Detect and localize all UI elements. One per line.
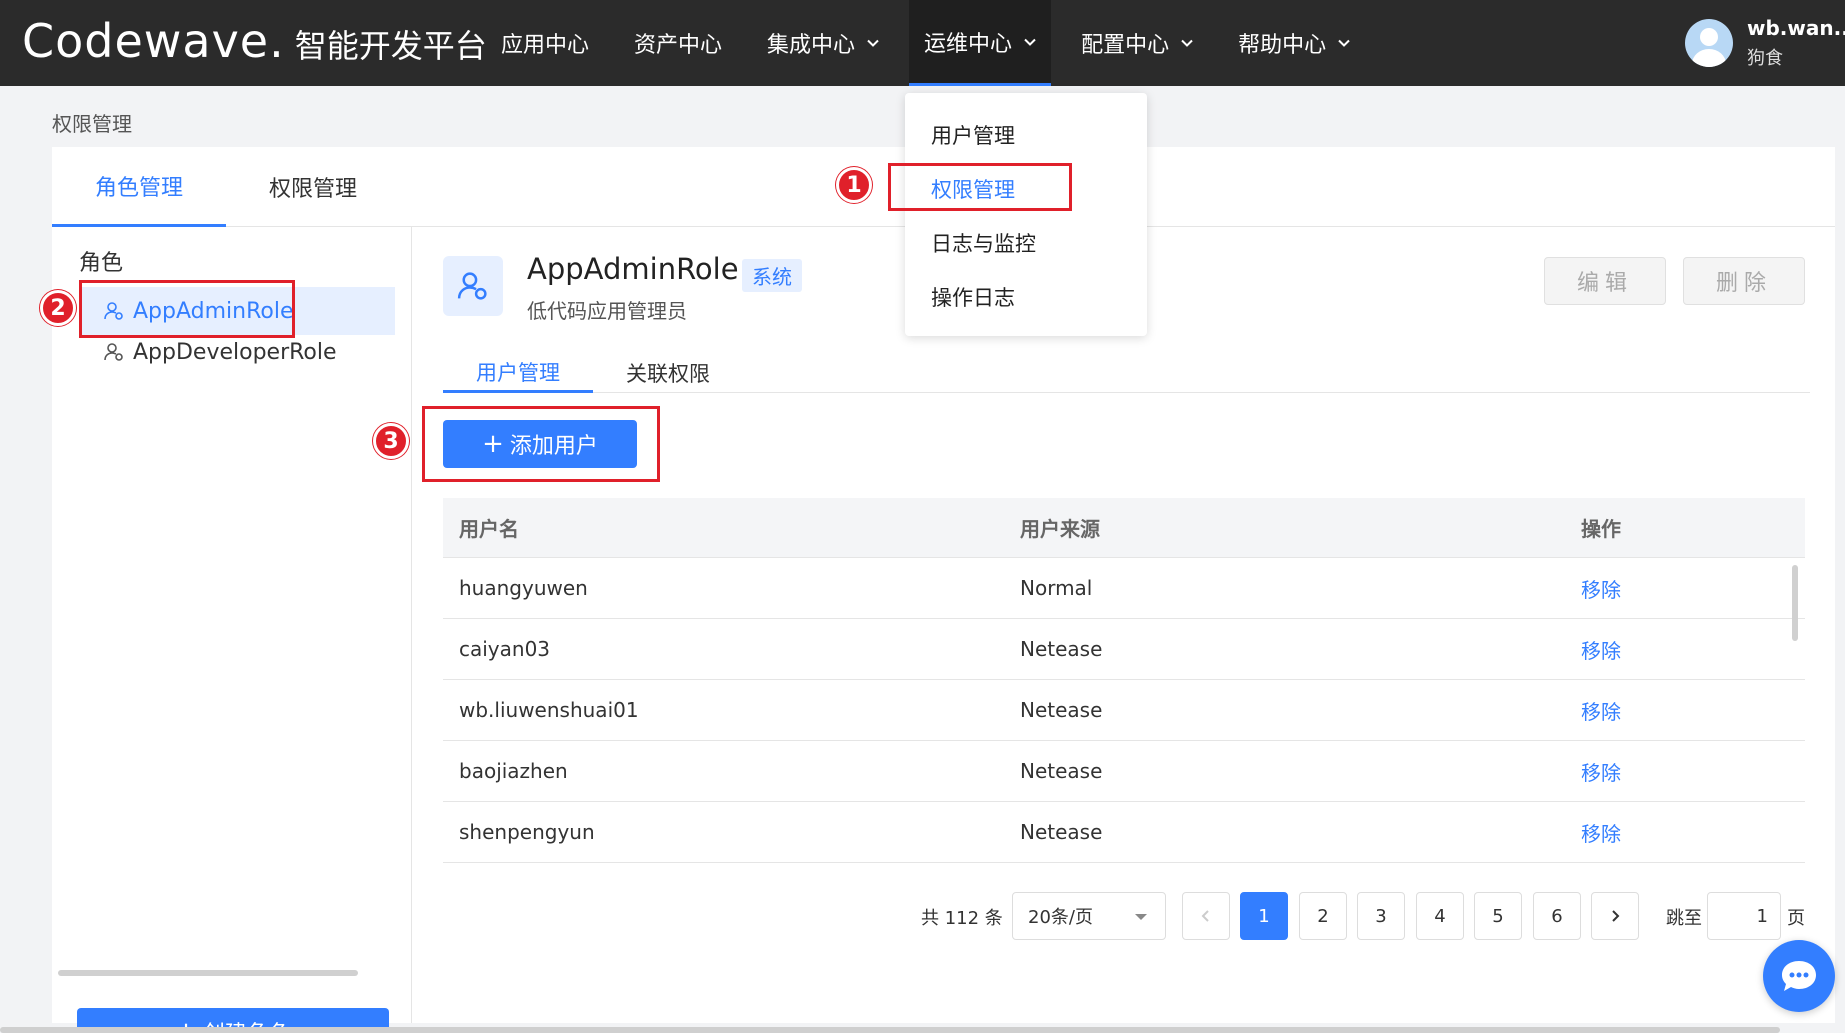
jump-to-label: 跳至: [1666, 908, 1702, 929]
annotation-badge-1: 1: [836, 167, 872, 203]
edit-button[interactable]: 编辑: [1544, 257, 1666, 305]
role-sub-tabs: 用户管理 关联权限: [443, 353, 1810, 393]
cell-source: Netease: [1020, 637, 1103, 661]
cell-username: caiyan03: [459, 637, 551, 661]
user-nickname: 狗食: [1747, 48, 1783, 69]
avatar[interactable]: [1685, 19, 1733, 67]
page-button-5[interactable]: 5: [1474, 892, 1522, 940]
annotation-box-1: [888, 163, 1072, 211]
page-size-value: 20条/页: [1028, 907, 1093, 928]
role-avatar-icon: [443, 256, 503, 316]
nav-item-assets[interactable]: 资产中心: [619, 0, 737, 86]
system-badge: 系统: [742, 259, 802, 292]
user-table: 用户名 用户来源 操作 huangyuwen Normal 移除 caiyan0…: [443, 498, 1805, 863]
menu-item-logs-monitoring[interactable]: 日志与监控: [931, 228, 1036, 258]
page-horizontal-scrollbar[interactable]: [0, 1027, 1780, 1033]
tab-role-management[interactable]: 角色管理: [52, 147, 226, 227]
user-menu[interactable]: wb.wan... 狗食: [1685, 0, 1845, 86]
logo[interactable]: Codewave. 智能开发平台: [22, 14, 487, 68]
column-header-actions: 操作: [1581, 517, 1621, 541]
cell-source: Netease: [1020, 698, 1103, 722]
page-button-1[interactable]: 1: [1240, 892, 1288, 940]
remove-link[interactable]: 移除: [1565, 818, 1621, 847]
delete-button[interactable]: 删除: [1683, 257, 1805, 305]
annotation-box-3: [422, 406, 660, 482]
page-button-4[interactable]: 4: [1416, 892, 1464, 940]
nav-item-integration[interactable]: 集成中心: [752, 0, 894, 86]
nav-item-config[interactable]: 配置中心: [1066, 0, 1208, 86]
pagination-total: 共 112 条: [921, 908, 1003, 929]
table-row: wb.liuwenshuai01 Netease 移除: [443, 680, 1805, 741]
chevron-down-icon: [1024, 36, 1036, 48]
page-button-2[interactable]: 2: [1299, 892, 1347, 940]
cell-source: Netease: [1020, 759, 1103, 783]
prev-page-button[interactable]: [1182, 892, 1230, 940]
cell-source: Normal: [1020, 576, 1093, 600]
table-scrollbar[interactable]: [1792, 565, 1798, 641]
chevron-down-icon: [1181, 37, 1193, 49]
chevron-left-icon: [1201, 910, 1209, 922]
top-nav-bar: Codewave. 智能开发平台 应用中心 资产中心 集成中心 运维中心 配置中…: [0, 0, 1845, 86]
menu-item-user-management[interactable]: 用户管理: [931, 120, 1015, 150]
tab-related-permissions[interactable]: 关联权限: [593, 353, 743, 393]
chat-bubble-icon: [1782, 961, 1816, 991]
nav-label: 配置中心: [1081, 33, 1170, 58]
operations-dropdown-menu: 用户管理 权限管理 日志与监控 操作日志: [905, 93, 1147, 336]
role-description: 低代码应用管理员: [527, 299, 687, 323]
annotation-badge-3: 3: [373, 423, 409, 459]
chevron-down-icon: [1338, 37, 1350, 49]
role-sidebar: 角色 AppAdminRole AppDeveloperRole + 创建角色: [52, 227, 412, 1033]
page-button-6[interactable]: 6: [1533, 892, 1581, 940]
caret-down-icon: [1135, 914, 1147, 920]
chat-support-button[interactable]: [1763, 940, 1835, 1012]
table-row: caiyan03 Netease 移除: [443, 619, 1805, 680]
main-nav: 应用中心 资产中心 集成中心 运维中心 配置中心 帮助中心: [486, 0, 1380, 86]
nav-label: 帮助中心: [1238, 33, 1327, 58]
page-button-3[interactable]: 3: [1357, 892, 1405, 940]
sidebar-scrollbar[interactable]: [58, 970, 358, 976]
table-header: 用户名 用户来源 操作: [443, 498, 1805, 558]
logo-wordmark: Codewave.: [22, 14, 285, 68]
annotation-box-2: [79, 280, 295, 338]
cell-username: wb.liuwenshuai01: [459, 698, 639, 722]
annotation-badge-2: 2: [40, 290, 76, 326]
cell-username: shenpengyun: [459, 820, 595, 844]
nav-label: 运维中心: [924, 31, 1013, 57]
nav-item-operations[interactable]: 运维中心: [909, 0, 1052, 86]
table-row: baojiazhen Netease 移除: [443, 741, 1805, 802]
cell-username: baojiazhen: [459, 759, 568, 783]
sidebar-title: 角色: [79, 251, 124, 276]
logo-subtitle: 智能开发平台: [294, 27, 487, 65]
menu-item-operation-logs[interactable]: 操作日志: [931, 282, 1015, 312]
page-size-select[interactable]: 20条/页: [1012, 892, 1166, 940]
role-title: AppAdminRole: [527, 252, 739, 286]
table-row: shenpengyun Netease 移除: [443, 802, 1805, 863]
user-name: wb.wan...: [1747, 16, 1845, 40]
tab-permission-management[interactable]: 权限管理: [226, 147, 400, 227]
nav-item-apps[interactable]: 应用中心: [486, 0, 604, 86]
remove-link[interactable]: 移除: [1565, 635, 1621, 664]
jump-page-input[interactable]: 1: [1707, 892, 1781, 940]
nav-label: 资产中心: [634, 33, 723, 58]
chevron-right-icon: [1612, 910, 1620, 922]
nav-item-help[interactable]: 帮助中心: [1223, 0, 1365, 86]
column-header-source: 用户来源: [1020, 517, 1100, 541]
nav-label: 应用中心: [501, 33, 590, 58]
breadcrumb: 权限管理: [52, 112, 132, 136]
cell-source: Netease: [1020, 820, 1103, 844]
tab-user-management[interactable]: 用户管理: [443, 353, 593, 393]
cell-username: huangyuwen: [459, 576, 588, 600]
page-unit-label: 页: [1787, 908, 1805, 929]
role-label: AppDeveloperRole: [133, 339, 337, 365]
user-role-icon: [104, 343, 123, 361]
table-row: huangyuwen Normal 移除: [443, 558, 1805, 619]
remove-link[interactable]: 移除: [1565, 574, 1621, 603]
column-header-username: 用户名: [459, 517, 519, 541]
nav-label: 集成中心: [767, 33, 856, 58]
remove-link[interactable]: 移除: [1565, 696, 1621, 725]
remove-link[interactable]: 移除: [1565, 757, 1621, 786]
next-page-button[interactable]: [1591, 892, 1639, 940]
chevron-down-icon: [867, 37, 879, 49]
